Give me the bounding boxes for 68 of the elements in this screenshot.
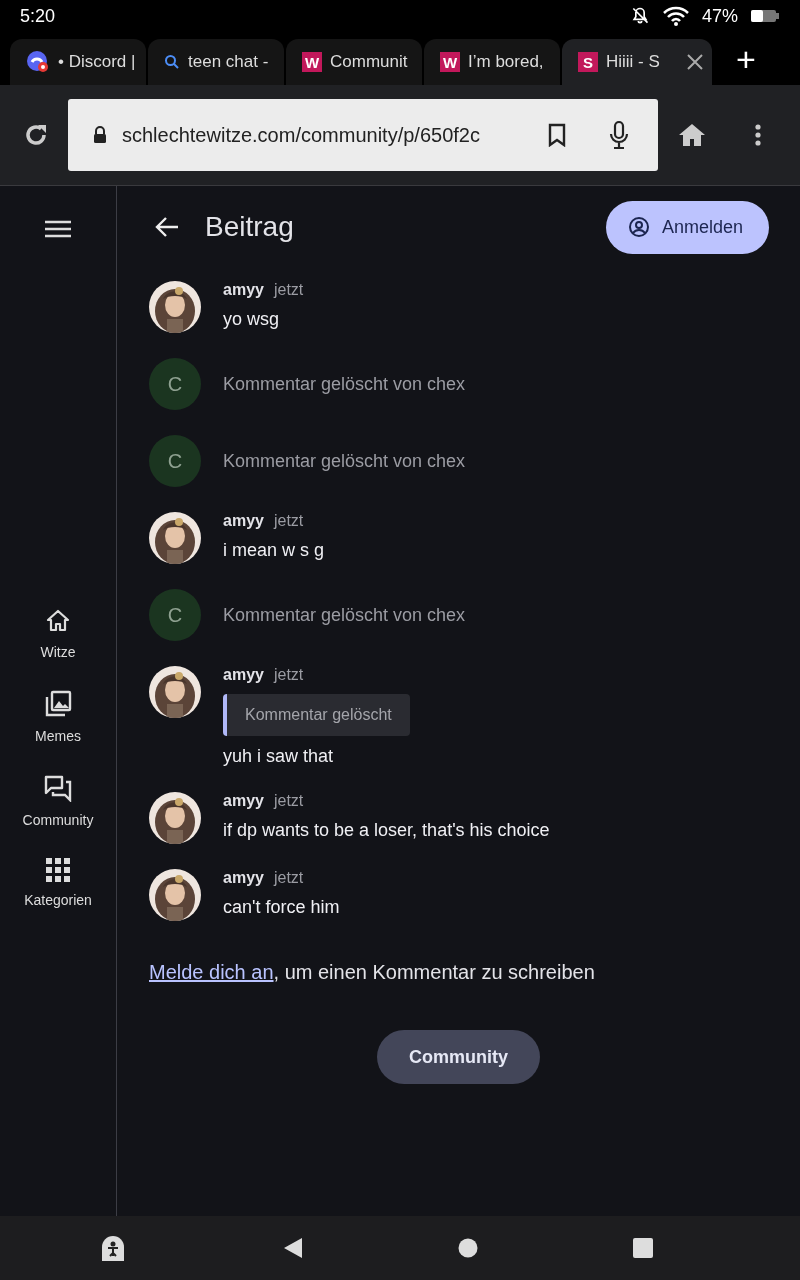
deleted-comment-text: Kommentar gelöscht von chex	[223, 373, 466, 395]
author-name[interactable]: amyy	[223, 869, 264, 887]
nav-item[interactable]: Kategorien	[18, 858, 98, 908]
comment-text: yo wsg	[223, 309, 281, 330]
lock-icon	[92, 126, 108, 144]
home-icon[interactable]	[678, 122, 706, 148]
nav-item[interactable]: Community	[18, 774, 98, 828]
discord-favicon-icon	[26, 50, 50, 74]
deleted-comment-text: Kommentar gelöscht von chex	[223, 604, 466, 626]
images-icon	[44, 690, 72, 718]
nav-item[interactable]: Memes	[18, 690, 98, 744]
close-icon[interactable]	[686, 53, 704, 71]
tab-title: Communit	[330, 52, 409, 72]
timestamp: jetzt	[273, 869, 304, 887]
more-icon[interactable]	[754, 123, 762, 147]
menu-icon[interactable]	[45, 220, 71, 238]
login-link[interactable]: Melde dich an	[149, 961, 274, 983]
comment-text: i mean w s g	[223, 540, 325, 561]
browser-tab[interactable]: W I’m bored,	[424, 39, 560, 85]
avatar: C	[149, 589, 201, 641]
avatar: C	[149, 358, 201, 410]
home-circle-icon[interactable]	[457, 1238, 478, 1258]
tab-title: • Discord |	[58, 52, 137, 72]
battery-icon	[750, 8, 780, 24]
wifi-icon	[661, 6, 690, 26]
chat-icon	[44, 774, 72, 802]
account-icon	[627, 216, 650, 238]
page-title: Beitrag	[205, 211, 295, 243]
comment-text: if dp wants to be a loser, that's his choice	[223, 820, 550, 841]
address-bar[interactable]: schlechtewitze.com/community/p/650f2c	[68, 99, 658, 171]
bookmark-icon[interactable]	[548, 123, 566, 147]
author-name[interactable]: amyy	[223, 792, 264, 810]
site-favicon: S	[578, 52, 598, 72]
comment-text: yuh i saw that	[223, 746, 335, 767]
quoted-comment: Kommentar gelöscht	[223, 694, 410, 736]
deleted-comment-text: Kommentar gelöscht von chex	[223, 450, 466, 472]
clock: 5:20	[20, 5, 56, 27]
tab-title: teen chat -	[188, 52, 270, 72]
back-arrow-icon[interactable]	[155, 216, 179, 238]
back-icon[interactable]	[282, 1237, 303, 1259]
browser-tab[interactable]: teen chat -	[148, 39, 284, 85]
comment-text: can't force him	[223, 897, 340, 918]
author-name[interactable]: amyy	[223, 512, 264, 530]
site-favicon: W	[302, 52, 322, 72]
nav-item[interactable]: Witze	[18, 608, 98, 660]
timestamp: jetzt	[273, 281, 304, 299]
browser-tab[interactable]: S Hiiii - S	[562, 39, 712, 85]
battery-percent: 47%	[701, 5, 738, 27]
search-icon	[164, 54, 180, 70]
author-name[interactable]: amyy	[223, 281, 264, 299]
grid-icon	[46, 858, 70, 882]
login-prompt-text: , um einen Kommentar zu schreiben	[273, 961, 595, 983]
recents-icon[interactable]	[632, 1238, 653, 1258]
browser-tab[interactable]: • Discord |	[10, 39, 146, 85]
site-favicon: W	[440, 52, 460, 72]
author-name[interactable]: amyy	[223, 666, 264, 684]
tab-title: I’m bored,	[468, 52, 545, 72]
community-button[interactable]: Community	[377, 1030, 540, 1084]
microphone-icon[interactable]	[608, 120, 630, 150]
avatar: C	[149, 435, 201, 487]
browser-tab[interactable]: W Communit	[286, 39, 422, 85]
new-tab-button[interactable]: +	[736, 41, 756, 76]
timestamp: jetzt	[273, 512, 304, 530]
timestamp: jetzt	[273, 792, 304, 810]
login-button[interactable]: Anmelden	[605, 200, 769, 254]
tab-title: Hiiii - S	[606, 52, 661, 72]
home-icon	[45, 608, 71, 634]
timestamp: jetzt	[273, 666, 304, 684]
